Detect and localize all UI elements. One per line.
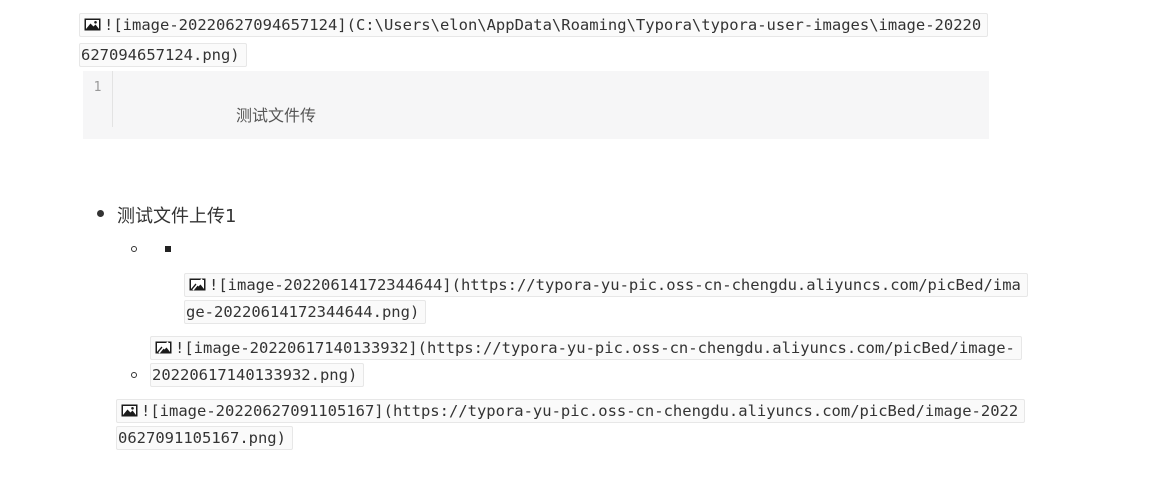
image-link-remote-line1: ![image-20220627091105167](https://typor… [141, 401, 1019, 420]
broken-image-icon [155, 340, 172, 354]
code-line-text[interactable]: 测试文件传 [236, 102, 316, 126]
image-icon [84, 18, 101, 30]
image-link-local-line1: ![image-20220627094657124](C:\Users\elon… [104, 15, 982, 34]
image-link-nested-1-line2: ge-20220614172344644.png) [186, 302, 420, 321]
bullet-circle [131, 246, 137, 252]
bullet-square [165, 246, 171, 252]
image-link-remote-line2: 0627091105167.png) [118, 428, 286, 447]
image-link-nested-1-cont[interactable]: ge-20220614172344644.png) [184, 297, 427, 325]
image-link-nested-1-line1: ![image-20220614172344644](https://typor… [209, 275, 1021, 294]
broken-image-icon [189, 277, 206, 291]
image-link-local[interactable]: ![image-20220627094657124](C:\Users\elon… [79, 10, 989, 38]
image-link-local-line2: 627094657124.png) [81, 45, 240, 64]
image-link-remote[interactable]: ![image-20220627091105167](https://typor… [116, 396, 1026, 424]
image-link-nested-1[interactable]: ![image-20220614172344644](https://typor… [184, 270, 1028, 298]
code-block[interactable]: 1 测试文件传 [83, 71, 989, 139]
image-link-nested-2-line1: ![image-20220617140133932](https://typor… [175, 338, 1015, 357]
bullet-disc [97, 210, 104, 217]
image-link-local-cont[interactable]: 627094657124.png) [79, 40, 247, 68]
image-link-remote-cont[interactable]: 0627091105167.png) [116, 423, 293, 451]
list-item-text[interactable]: 测试文件上传1 [117, 202, 236, 228]
image-link-nested-2-line2: 20220617140133932.png) [152, 365, 358, 384]
line-number: 1 [83, 71, 113, 127]
bullet-circle [131, 372, 137, 378]
image-link-nested-2-cont[interactable]: 20220617140133932.png) [150, 360, 365, 388]
image-icon [121, 404, 138, 416]
image-link-nested-2[interactable]: ![image-20220617140133932](https://typor… [150, 333, 1022, 361]
